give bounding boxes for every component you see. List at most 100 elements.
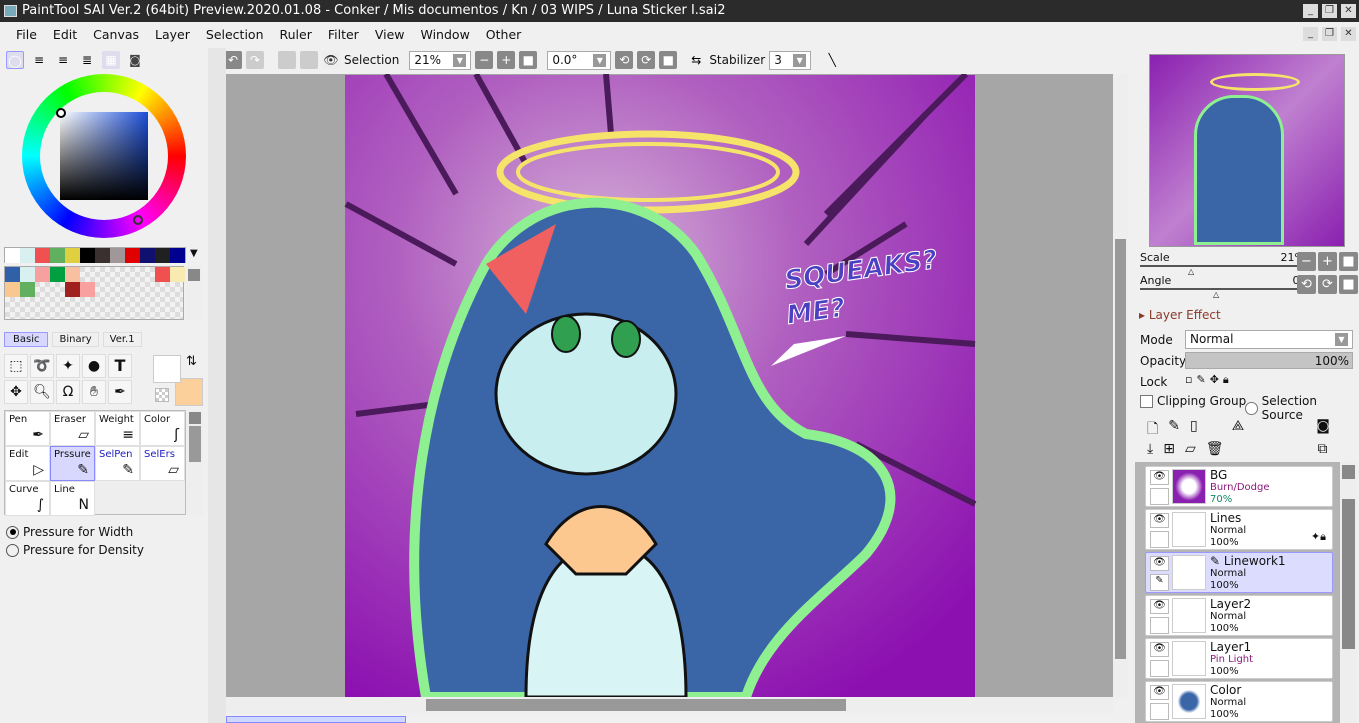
color-swatch[interactable] (95, 267, 110, 282)
menu-canvas[interactable]: Canvas (93, 27, 139, 42)
color-swatch[interactable] (50, 267, 65, 282)
color-swatch[interactable] (80, 282, 95, 297)
scratchpad-tab[interactable]: ◙ (126, 51, 144, 69)
rotate-icon[interactable]: Ω (56, 380, 80, 404)
nav-rotate-left-button[interactable]: ⟲ (1297, 275, 1316, 294)
lock-all-icon[interactable]: 🔒︎ (1223, 373, 1229, 387)
tab-basic[interactable]: Basic (4, 332, 49, 347)
color-swatch[interactable] (20, 282, 35, 297)
close-button[interactable]: ✕ (1341, 4, 1356, 18)
shape-icon[interactable]: ● (82, 354, 106, 378)
hsv-slider-tab[interactable]: ≡ (54, 51, 72, 69)
layer-item[interactable]: 👁 Layer2 Normal 100% (1145, 595, 1333, 636)
zoom-icon[interactable]: 🔍︎ (30, 380, 54, 404)
layer-effect-toggle[interactable]: ▸ Layer Effect (1139, 308, 1221, 322)
primary-color[interactable] (153, 355, 181, 383)
clear-layer-icon[interactable]: ▱ (1185, 441, 1196, 457)
brush-selpen[interactable]: SelPen ✎ (95, 446, 140, 481)
color-swatch[interactable] (20, 267, 35, 282)
menu-other[interactable]: Other (486, 27, 522, 42)
layer-item[interactable]: 👁 ✎ ✎ Linework1 Normal 100% (1145, 552, 1333, 593)
scale-slider[interactable]: Scale 21% △ (1140, 251, 1305, 276)
layer-item[interactable]: 👁 BG Burn/Dodge 70% (1145, 466, 1333, 507)
menu-window[interactable]: Window (421, 27, 470, 42)
swap-colors-icon[interactable]: ⇅ (186, 354, 197, 369)
pressure-width-radio[interactable]: Pressure for Width (6, 525, 133, 539)
menu-edit[interactable]: Edit (53, 27, 77, 42)
doc-close-button[interactable]: ✕ (1341, 27, 1356, 41)
new-layer-icon[interactable]: 🗋 (1147, 418, 1158, 442)
chevron-down-icon[interactable]: ▼ (190, 248, 198, 259)
zoom-select[interactable]: 21% ▼ (409, 50, 472, 70)
doc-restore-button[interactable]: ❐ (1322, 27, 1337, 41)
opacity-slider[interactable]: 100% (1185, 352, 1353, 369)
undo-button[interactable]: ↶ (224, 51, 242, 69)
color-swatch[interactable] (110, 248, 125, 263)
text-icon[interactable]: T (108, 354, 132, 378)
color-swatch[interactable] (5, 282, 20, 297)
layer-select-box[interactable] (1150, 617, 1169, 634)
color-swatch[interactable] (20, 248, 35, 263)
color-swatch[interactable] (140, 267, 155, 282)
eyedropper-icon[interactable]: ✒ (108, 380, 132, 404)
line-mode-icon[interactable]: ╲ (823, 51, 841, 69)
brush-eraser[interactable]: Eraser ▱ (50, 411, 95, 446)
color-swatch[interactable] (65, 267, 80, 282)
color-swatch[interactable] (125, 248, 140, 263)
menu-filter[interactable]: Filter (328, 27, 359, 42)
rotate-right-button[interactable]: ⟳ (637, 51, 656, 69)
stabilizer-select[interactable]: 3 ▼ (769, 50, 812, 70)
layer-select-box[interactable] (1150, 703, 1169, 720)
visibility-eye-icon[interactable]: 👁 (1150, 599, 1169, 614)
navigator-preview[interactable] (1149, 54, 1345, 247)
layer-item[interactable]: 👁 Color Normal 100% (1145, 681, 1333, 722)
color-swatch[interactable] (35, 267, 50, 282)
visibility-eye-icon[interactable]: 👁 (1150, 642, 1169, 657)
eye-icon[interactable]: 👁 (322, 51, 340, 69)
menu-layer[interactable]: Layer (155, 27, 190, 42)
color-swatch[interactable] (5, 248, 20, 263)
visibility-eye-icon[interactable]: 👁 (1150, 556, 1169, 571)
rotate-left-button[interactable]: ⟲ (615, 51, 634, 69)
canvas-viewport[interactable]: SQUEAKS? ME? (226, 74, 1113, 697)
minimize-button[interactable]: _ (1303, 4, 1318, 18)
saturation-value-square[interactable] (60, 112, 148, 200)
hue-picker-handle[interactable] (133, 215, 143, 225)
zoom-in-button[interactable]: + (497, 51, 516, 69)
lock-move-icon[interactable]: ✥ (1210, 373, 1219, 387)
brush-pen[interactable]: Pen ✒ (5, 411, 50, 446)
color-swatch[interactable] (125, 267, 140, 282)
tab-ver1[interactable]: Ver.1 (102, 332, 142, 347)
brush-selers[interactable]: SelErs ▱ (140, 446, 185, 481)
nav-zoom-in-button[interactable]: + (1318, 252, 1337, 271)
menu-file[interactable]: File (16, 27, 37, 42)
brush-curve[interactable]: Curve ∫ (5, 481, 50, 516)
color-swatch[interactable] (35, 282, 50, 297)
merge-down-icon[interactable]: ⤓ (1147, 441, 1153, 457)
menu-ruler[interactable]: Ruler (280, 27, 312, 42)
nav-rotate-reset-button[interactable]: ■ (1339, 275, 1358, 294)
layer-select-box[interactable] (1150, 531, 1169, 548)
document-tab[interactable] (226, 716, 406, 723)
transparent-color-icon[interactable] (155, 388, 169, 402)
rgb-slider-tab[interactable]: ≡ (30, 51, 48, 69)
nav-rotate-right-button[interactable]: ⟳ (1318, 275, 1337, 294)
rotate-reset-button[interactable]: ■ (659, 51, 678, 69)
color-swatch[interactable] (155, 267, 170, 282)
new-linework-layer-icon[interactable]: ✎ (1168, 418, 1180, 442)
visibility-eye-icon[interactable]: 👁 (1150, 685, 1169, 700)
brush-line[interactable]: Line N (50, 481, 95, 516)
color-swatch[interactable] (50, 282, 65, 297)
lock-transparency-icon[interactable]: ▫ (1185, 373, 1192, 387)
redo-button[interactable]: ↷ (246, 51, 264, 69)
color-swatch[interactable] (155, 248, 170, 263)
rect-select-icon[interactable]: ⬚ (4, 354, 28, 378)
color-swatch[interactable] (170, 248, 185, 263)
color-swatch[interactable] (50, 248, 65, 263)
horizontal-scrollbar[interactable] (226, 697, 1113, 713)
pressure-density-radio[interactable]: Pressure for Density (6, 543, 144, 557)
visibility-eye-icon[interactable]: 👁 (1150, 513, 1169, 528)
layer-item[interactable]: 👁 Lines Normal 100% ✦🔒︎ (1145, 509, 1333, 550)
clipping-group-checkbox[interactable]: Clipping Group (1140, 394, 1246, 408)
visibility-eye-icon[interactable]: 👁 (1150, 470, 1169, 485)
